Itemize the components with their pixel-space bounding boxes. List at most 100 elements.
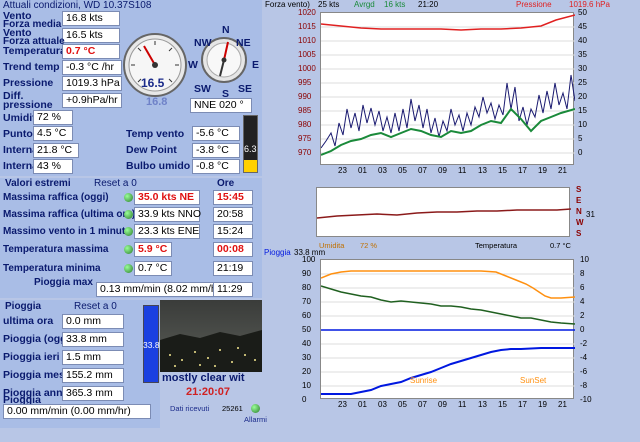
trend-temp-value: -0.3 °C /hr	[62, 60, 122, 75]
top-chart-legend-forza-value: 25 kts	[318, 0, 340, 9]
top-right-tick: 30	[578, 64, 587, 73]
bottom-left-tick: 20	[302, 367, 311, 376]
compass-nw-label: NW	[194, 37, 212, 49]
bottom-left-tick: 40	[302, 339, 311, 348]
compass-ne-label: NE	[236, 37, 251, 49]
direction-axis-label: S	[576, 229, 582, 238]
bottom-x-tick: 15	[498, 400, 507, 409]
rain-title: Pioggia	[5, 301, 42, 312]
extreme-label-1: Massima raffica (ultima ora)	[3, 209, 136, 220]
pressione-label: Pressione	[3, 77, 54, 89]
temperatura-label: Temperatura	[3, 45, 66, 57]
uv-value: 6.3	[244, 144, 257, 154]
top-right-tick: 10	[578, 120, 587, 129]
wind-average-line	[320, 107, 576, 156]
top-right-tick: 5	[578, 134, 583, 143]
wind-pressure-plot	[320, 14, 576, 156]
temperature-line	[320, 270, 576, 299]
vento-value: 16.8 kts	[62, 11, 120, 26]
bottom-right-tick: 0	[580, 325, 585, 334]
extreme-indicator-1	[124, 210, 133, 219]
extreme-time-3: 00:08	[213, 242, 253, 257]
bottom-x-tick: 01	[358, 400, 367, 409]
diff-pressione-value: +0.9hPa/hr	[62, 93, 122, 108]
top-left-tick: 990	[298, 92, 312, 101]
bottom-x-tick: 09	[438, 400, 447, 409]
bottom-x-tick: 17	[518, 400, 527, 409]
top-right-tick: 45	[578, 22, 587, 31]
top-x-tick: 19	[538, 166, 547, 175]
bottom-x-tick: 13	[478, 400, 487, 409]
punto-dep-value: 4.5 °C	[33, 126, 73, 141]
extreme-indicator-4	[124, 264, 133, 273]
temp-vento-label: Temp vento	[126, 128, 185, 140]
wind-direction-value: NNE 020 °	[190, 98, 252, 113]
humidity-line	[320, 285, 576, 325]
bottom-right-tick: -8	[580, 381, 588, 390]
sunset-label: SunSet	[520, 376, 547, 385]
dew-point-value: -3.8 °C	[192, 143, 240, 158]
bottom-right-tick: -10	[580, 395, 592, 404]
interna-temp-value: 21.8 °C	[33, 143, 79, 158]
gauge-sub-value: 16.8	[146, 96, 168, 108]
webcam-caption: mostly clear wit	[162, 372, 245, 384]
extreme-time-1: 20:58	[213, 207, 253, 222]
top-left-tick: 995	[298, 78, 312, 87]
rain-value-2: 1.5 mm	[62, 350, 124, 365]
allarmi-label[interactable]: Allarmi	[244, 415, 267, 424]
top-x-tick: 21	[558, 166, 567, 175]
bottom-left-tick: 30	[302, 353, 311, 362]
extreme-label-5: Pioggia max	[34, 277, 93, 288]
extreme-value-0: 35.0 kts NE	[134, 190, 200, 205]
top-right-tick: 50	[578, 8, 587, 17]
rain-reset: Reset a 0	[74, 301, 117, 312]
interna-hum-value: 43 %	[33, 159, 73, 174]
bottom-x-tick: 21	[558, 400, 567, 409]
bottom-x-tick: 23	[338, 400, 347, 409]
bulbo-umido-label: Bulbo umido	[126, 160, 191, 172]
top-chart-legend-time: 21:20	[418, 0, 439, 9]
wind-direction-chart	[316, 187, 572, 237]
webcam-image[interactable]	[160, 300, 262, 372]
compass-n-label: N	[222, 24, 230, 36]
bottom-left-tick: 70	[302, 297, 311, 306]
bottom-left-tick: 100	[302, 255, 316, 264]
bottom-legend-pioggia: Pioggia	[264, 248, 291, 257]
top-right-tick: 0	[578, 148, 583, 157]
data-count: 25261	[222, 404, 243, 413]
extremes-ore-label: Ore	[217, 178, 235, 189]
top-x-tick: 07	[418, 166, 427, 175]
top-x-tick: 05	[398, 166, 407, 175]
dew-point-label: Dew Point	[126, 144, 177, 156]
top-left-tick: 980	[298, 120, 312, 129]
top-x-tick: 11	[458, 166, 467, 175]
uv-bar-fill	[244, 160, 257, 172]
bottom-right-tick: 6	[580, 283, 585, 292]
trend-temp-label: Trend temp	[3, 61, 60, 73]
extreme-label-3: Temperatura massima	[3, 244, 109, 255]
gauge-value: 16.5	[141, 76, 165, 90]
bottom-left-tick: 50	[302, 325, 311, 334]
rain-value-0: 0.0 mm	[62, 314, 124, 329]
bottom-legend-temp-value: 0.7 °C	[550, 241, 571, 250]
bottom-legend-temp: Temperatura	[475, 241, 518, 250]
extreme-indicator-0	[124, 193, 133, 202]
top-x-tick: 03	[378, 166, 387, 175]
compass-w-label: W	[188, 59, 198, 71]
bottom-right-tick: -2	[580, 339, 588, 348]
direction-axis-label: S	[576, 185, 582, 194]
extremes-reset: Reset a 0	[94, 178, 137, 189]
bottom-right-tick: 8	[580, 269, 585, 278]
temp-vento-value: -5.6 °C	[192, 126, 240, 141]
top-chart-legend-press-value: 1019.6 hPa	[569, 0, 610, 9]
direction-axis-label: W	[576, 218, 584, 227]
extreme-time-0: 15:45	[213, 190, 253, 205]
rain-value-4: 365.3 mm	[62, 386, 124, 401]
top-right-tick: 25	[578, 78, 587, 87]
direction-axis-label: E	[576, 196, 582, 205]
bottom-right-tick: -6	[580, 367, 588, 376]
bottom-x-tick: 19	[538, 400, 547, 409]
extreme-label-2: Massimo vento in 1 minuto	[3, 226, 132, 237]
compass-se-label: SE	[238, 83, 253, 95]
direction-value-label: 31	[586, 210, 595, 219]
